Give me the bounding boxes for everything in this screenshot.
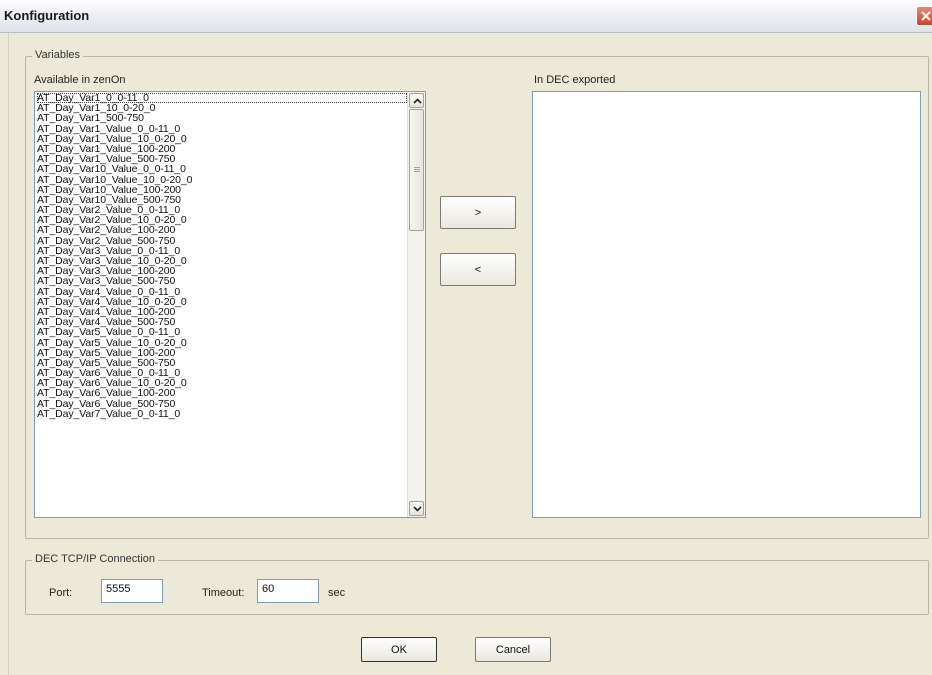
scroll-thumb[interactable]: [409, 109, 424, 231]
window-title: Konfiguration: [4, 8, 90, 23]
list-item[interactable]: AT_Day_Var10_Value_0_0-11_0: [37, 164, 407, 175]
exported-label: In DEC exported: [534, 74, 616, 86]
port-label: Port:: [49, 587, 73, 599]
variables-legend: Variables: [32, 49, 84, 61]
available-label: Available in zenOn: [34, 74, 126, 86]
available-list-scrollbar[interactable]: [407, 92, 425, 517]
add-variable-button[interactable]: >: [440, 196, 516, 229]
connection-legend: DEC TCP/IP Connection: [32, 553, 159, 565]
chevron-down-icon: [413, 506, 422, 512]
scroll-down-button[interactable]: [409, 501, 424, 516]
remove-variable-button[interactable]: <: [440, 253, 516, 286]
ok-button[interactable]: OK: [361, 637, 437, 662]
cancel-button[interactable]: Cancel: [475, 637, 551, 662]
available-items-container: AT_Day_Var1_0_0-11_0 AT_Day_Var1_10_0-20_…: [37, 93, 407, 419]
list-item[interactable]: AT_Day_Var7_Value_0_0-11_0: [37, 408, 407, 419]
timeout-unit-label: sec: [328, 587, 346, 599]
close-button[interactable]: [916, 6, 932, 26]
port-input[interactable]: 5555: [101, 579, 163, 603]
close-icon: [921, 11, 931, 21]
grip-line: [414, 171, 420, 172]
window-left-edge: [0, 33, 9, 675]
timeout-input[interactable]: 60: [257, 579, 319, 603]
title-bar[interactable]: Konfiguration: [0, 0, 932, 33]
exported-variables-list[interactable]: [532, 91, 921, 518]
list-item[interactable]: AT_Day_Var5_Value_0_0-11_0: [37, 327, 407, 338]
grip-line: [414, 167, 420, 168]
available-variables-list[interactable]: AT_Day_Var1_0_0-11_0 AT_Day_Var1_10_0-20_…: [34, 91, 426, 518]
scroll-up-button[interactable]: [409, 93, 424, 108]
grip-line: [414, 169, 420, 170]
timeout-label: Timeout:: [202, 587, 245, 599]
chevron-up-icon: [413, 98, 422, 104]
